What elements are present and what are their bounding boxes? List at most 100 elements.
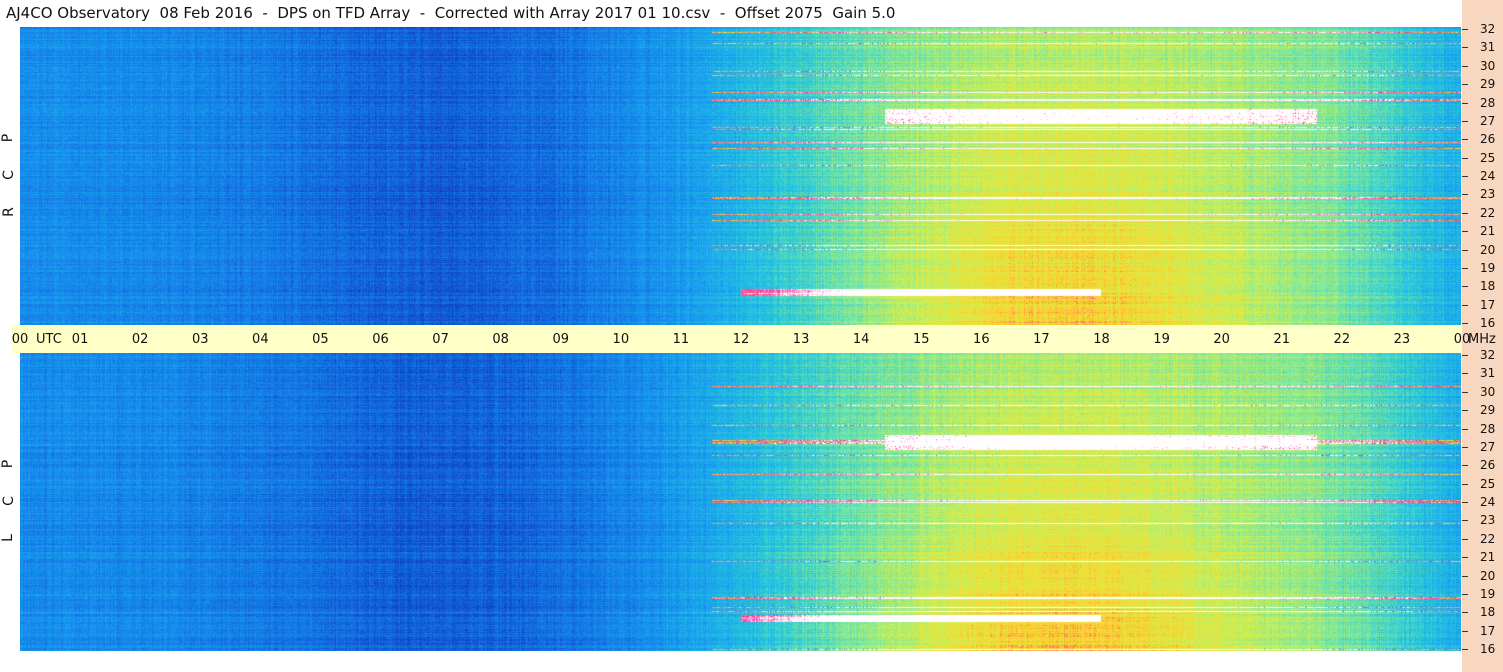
time-axis: UTC MHz 00 01 02 03 04 05 06 07 08 09 10 11 12 13 14 15… xyxy=(11,325,1496,353)
frequency-tick-mark xyxy=(1462,267,1468,269)
frequency-tick-label: 16 xyxy=(1480,316,1496,330)
frequency-tick-mark xyxy=(1462,557,1468,559)
frequency-tick-mark xyxy=(1462,373,1468,375)
frequency-tick-mark xyxy=(1462,575,1468,577)
frequency-tick: 23 xyxy=(1462,187,1503,201)
time-tick-label: 04 xyxy=(252,332,269,347)
frequency-tick-label: 18 xyxy=(1480,279,1496,294)
frequency-tick: 20 xyxy=(1462,243,1503,257)
frequency-tick: 30 xyxy=(1462,59,1503,73)
frequency-tick-label: 29 xyxy=(1480,403,1496,418)
frequency-tick-mark xyxy=(1462,102,1468,104)
frequency-unit-label: MHz xyxy=(1468,332,1496,347)
frequency-tick: 32 xyxy=(1462,348,1503,362)
frequency-tick-label: 19 xyxy=(1480,586,1496,601)
time-tick-label: 05 xyxy=(312,332,329,347)
frequency-tick: 18 xyxy=(1462,605,1503,619)
frequency-tick-label: 30 xyxy=(1480,384,1496,399)
frequency-tick-mark xyxy=(1462,176,1468,177)
polarization-letter: C xyxy=(0,170,17,180)
frequency-tick: 22 xyxy=(1462,532,1503,546)
time-tick-label: 10 xyxy=(612,332,630,347)
frequency-axis-top: 32 31 30 29 28 27 26 25 24 23 22 21 20 19 18 17 16 xyxy=(1462,22,1503,330)
time-tick-label: 15 xyxy=(912,332,930,347)
frequency-tick-mark xyxy=(1462,47,1468,49)
time-tick-label: 00 xyxy=(1453,332,1471,347)
frequency-tick-label: 22 xyxy=(1480,205,1496,220)
frequency-tick-mark xyxy=(1462,231,1468,233)
frequency-tick: 24 xyxy=(1462,495,1503,509)
frequency-tick: 20 xyxy=(1462,569,1503,583)
time-tick-label: 16 xyxy=(973,332,990,347)
frequency-axis-bottom: 32 31 30 29 28 27 26 25 24 23 22 21 20 19 18 17 16 xyxy=(1462,348,1503,656)
frequency-tick-label: 23 xyxy=(1480,513,1496,528)
time-tick-label: 08 xyxy=(492,332,509,347)
frequency-tick-label: 17 xyxy=(1480,297,1496,312)
frequency-tick-mark xyxy=(1462,520,1468,522)
frequency-tick: 27 xyxy=(1462,114,1503,128)
frequency-tick-label: 25 xyxy=(1480,476,1496,491)
time-tick-label: 02 xyxy=(131,332,149,347)
frequency-tick-label: 20 xyxy=(1480,242,1496,257)
frequency-tick-mark xyxy=(1462,391,1468,393)
frequency-tick-label: 20 xyxy=(1480,568,1496,583)
frequency-tick-label: 30 xyxy=(1480,58,1496,73)
frequency-tick-mark xyxy=(1462,428,1468,430)
frequency-tick-mark xyxy=(1462,120,1468,122)
time-tick-label: 00 xyxy=(11,332,29,347)
frequency-tick-mark xyxy=(1462,65,1468,67)
time-tick-label: 20 xyxy=(1213,332,1230,347)
time-tick-label: 14 xyxy=(852,332,870,347)
frequency-tick-label: 31 xyxy=(1480,40,1496,55)
frequency-tick: 26 xyxy=(1462,132,1503,146)
frequency-tick-mark xyxy=(1462,304,1468,306)
frequency-tick-mark xyxy=(1462,538,1468,540)
frequency-tick: 16 xyxy=(1462,316,1503,330)
time-tick-label: 13 xyxy=(792,332,810,347)
frequency-tick: 17 xyxy=(1462,298,1503,312)
polarization-label-top: R C P xyxy=(0,27,20,325)
frequency-tick-label: 26 xyxy=(1480,458,1496,473)
time-tick-label: 22 xyxy=(1333,332,1351,347)
frequency-tick-mark xyxy=(1462,249,1468,251)
frequency-tick-label: 27 xyxy=(1480,439,1496,454)
frequency-tick: 26 xyxy=(1462,458,1503,472)
frequency-tick: 32 xyxy=(1462,22,1503,36)
frequency-tick-mark xyxy=(1462,649,1468,650)
time-tick-label: 12 xyxy=(732,332,750,347)
frequency-tick: 25 xyxy=(1462,151,1503,165)
time-tick-label: 21 xyxy=(1273,332,1291,347)
polarization-label-bottom: L C P xyxy=(0,353,20,651)
time-tick-label: 19 xyxy=(1153,332,1170,347)
polarization-letter: C xyxy=(0,496,17,506)
polarization-letter: L xyxy=(0,534,16,542)
frequency-tick-mark xyxy=(1462,194,1468,196)
frequency-tick-mark xyxy=(1462,612,1468,614)
frequency-tick-label: 19 xyxy=(1480,260,1496,275)
frequency-tick: 27 xyxy=(1462,440,1503,454)
frequency-tick: 22 xyxy=(1462,206,1503,220)
frequency-tick-mark xyxy=(1462,84,1468,86)
frequency-tick-label: 32 xyxy=(1480,22,1496,36)
time-tick-label: 07 xyxy=(432,332,449,347)
frequency-tick-label: 21 xyxy=(1480,224,1496,239)
frequency-tick-label: 17 xyxy=(1480,623,1496,638)
frequency-tick-label: 21 xyxy=(1480,550,1496,565)
frequency-tick-label: 23 xyxy=(1480,187,1496,202)
frequency-tick: 30 xyxy=(1462,385,1503,399)
time-tick-label: 23 xyxy=(1393,332,1411,347)
frequency-tick: 21 xyxy=(1462,550,1503,564)
frequency-tick-label: 28 xyxy=(1480,95,1496,110)
frequency-tick-mark xyxy=(1462,483,1468,485)
frequency-tick-mark xyxy=(1462,410,1468,412)
frequency-tick-mark xyxy=(1462,286,1468,288)
frequency-tick: 28 xyxy=(1462,422,1503,436)
time-tick-label: 09 xyxy=(552,332,570,347)
frequency-tick-label: 31 xyxy=(1480,366,1496,381)
frequency-tick-mark xyxy=(1462,29,1468,30)
frequency-tick: 29 xyxy=(1462,403,1503,417)
chart-title: AJ4CO Observatory 08 Feb 2016 - DPS on T… xyxy=(6,4,896,22)
frequency-tick-mark xyxy=(1462,593,1468,595)
spectrogram-window: AJ4CO Observatory 08 Feb 2016 - DPS on T… xyxy=(0,0,1503,672)
frequency-tick-label: 16 xyxy=(1480,642,1496,656)
